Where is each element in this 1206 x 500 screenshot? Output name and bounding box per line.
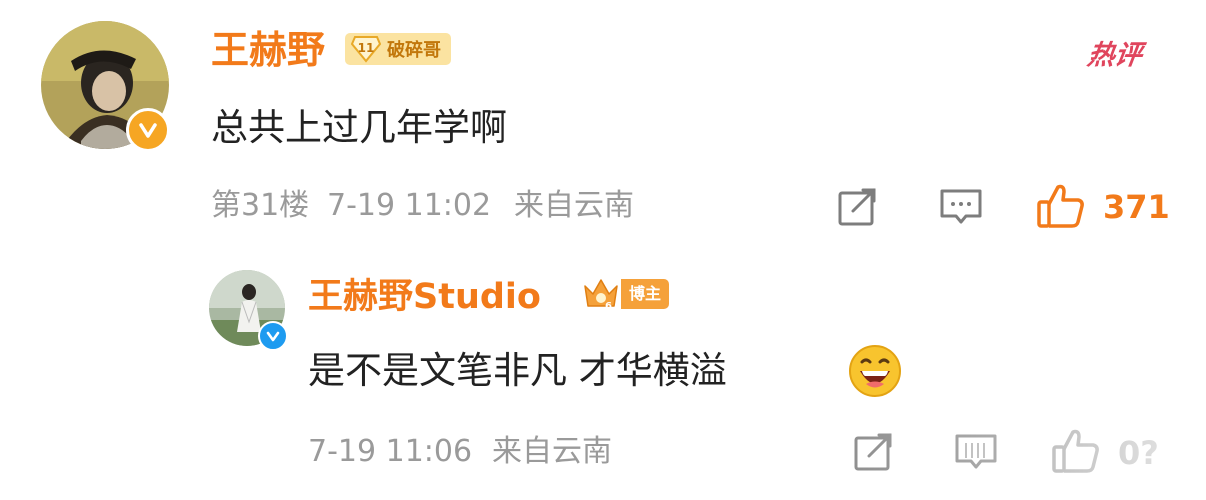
reply-username[interactable]: 王赫野Studio [308,280,541,315]
comment-icon[interactable] [954,432,998,472]
badge-label: 博主 [621,279,670,309]
hot-comment-label: 热评 [1085,40,1144,71]
reply-time: 7-19 11:06 [308,434,473,469]
crown-icon: 6 [584,279,618,312]
badge-label: 破碎哥 [387,40,441,61]
comment-text: 总共上过几年学啊 [211,106,507,149]
host-badge[interactable]: 6 博主 [581,279,670,312]
share-icon[interactable] [837,187,879,227]
svg-text:11: 11 [358,41,375,55]
comment-location: 来自云南 [514,188,634,223]
reply-text: 是不是文笔非凡 才华横溢 [308,349,727,392]
reply-like-count: 0? [1118,434,1159,472]
verified-blue-icon [258,321,288,351]
like-icon[interactable] [1036,183,1086,229]
grinning-face-emoji [849,345,901,397]
share-icon[interactable] [853,432,895,472]
like-count: 371 [1103,188,1170,226]
comment-floor: 第31楼 [211,188,310,223]
level-diamond-icon: 11 [351,36,381,63]
svg-text:6: 6 [605,301,612,312]
level-badge[interactable]: 11 破碎哥 [345,33,451,65]
username[interactable]: 王赫野 [211,31,325,69]
like-icon[interactable] [1051,428,1101,474]
comment-time: 7-19 11:02 [327,188,492,223]
comment-icon[interactable] [939,187,983,227]
verified-gold-icon [126,108,170,152]
reply-location: 来自云南 [492,434,612,469]
